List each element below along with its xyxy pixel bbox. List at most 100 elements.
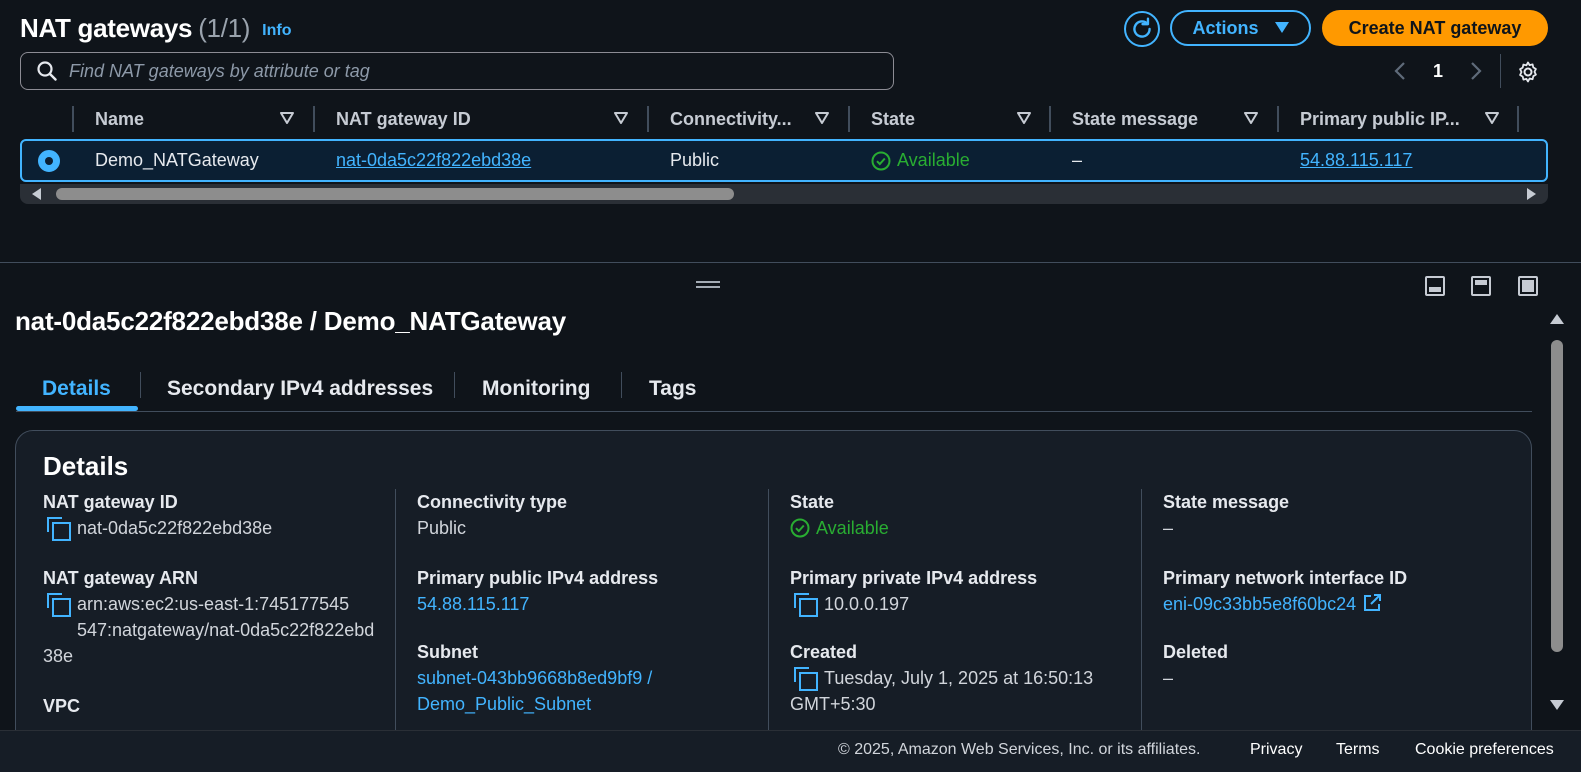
table-header: Name NAT gateway ID Connectivity... Stat… [20,100,1548,138]
copy-icon[interactable] [794,593,818,617]
split-top-icon [1475,280,1487,285]
split-side-button[interactable] [1471,276,1491,296]
private-ip-value: 10.0.0.197 [824,594,910,614]
scroll-down-icon[interactable] [1550,700,1564,710]
cell-name: Demo_NATGateway [95,150,259,170]
field-primary-private-ip: Primary private IPv4 address 10.0.0.197 [790,565,1037,617]
detail-tabs: Details Secondary IPv4 addresses Monitor… [16,366,1532,412]
scroll-right-icon[interactable] [1526,188,1536,200]
split-bottom-button[interactable] [1425,276,1445,296]
create-nat-gateway-button[interactable]: Create NAT gateway [1322,10,1548,46]
external-link-icon [1364,594,1382,611]
table-row[interactable]: Demo_NATGateway nat-0da5c22f822ebd38e Pu… [20,139,1548,182]
pager-divider [1500,54,1501,88]
field-subnet: Subnet subnet-043bb9668b8ed9bf9 / Demo_P… [417,639,652,717]
column-divider [313,106,315,132]
field-label: Primary public IPv4 address [417,568,659,588]
row-select-radio[interactable] [38,150,60,172]
field-label: State message [1163,492,1290,512]
check-circle-icon [790,518,810,538]
scrollbar-thumb[interactable] [56,188,734,200]
column-header-state[interactable]: State [871,100,1051,138]
field-label: Deleted [1163,642,1229,662]
column-header-label: State message [1072,108,1199,129]
previous-page-button[interactable] [1388,58,1412,84]
chevron-right-icon [1471,62,1482,80]
cell-nat-gateway-id-link[interactable]: nat-0da5c22f822ebd38e [336,141,531,180]
maximize-panel-button[interactable] [1518,276,1538,296]
details-card: Details NAT gateway ID nat-0da5c22f822eb… [15,430,1532,769]
field-deleted: Deleted – [1163,639,1228,691]
scroll-left-icon[interactable] [32,188,42,200]
created-value: Tuesday, July 1, 2025 at 16:50:13 [824,668,1094,688]
tab-tags[interactable]: Tags [649,366,696,412]
preferences-button[interactable] [1514,58,1542,86]
page-number[interactable]: 1 [1412,61,1464,82]
public-ip-link[interactable]: 54.88.115.117 [417,591,658,617]
search-input[interactable] [69,60,869,82]
horizontal-scrollbar[interactable] [20,184,1548,204]
column-header-nat-gateway-id[interactable]: NAT gateway ID [336,100,636,138]
column-divider [768,489,769,769]
tab-secondary-ipv4-addresses[interactable]: Secondary IPv4 addresses [167,366,433,412]
field-primary-network-interface: Primary network interface ID eni-09c33bb… [1163,565,1407,617]
field-label: Primary network interface ID [1163,568,1408,588]
privacy-link[interactable]: Privacy [1250,741,1302,759]
eni-link[interactable]: eni-09c33bb5e8f60bc24 [1163,591,1407,617]
scrollbar-thumb[interactable] [1551,340,1563,652]
sort-down-icon [815,112,829,124]
nat-gateway-id-value: nat-0da5c22f822ebd38e [77,518,273,538]
copy-icon[interactable] [47,593,71,617]
field-label: Primary private IPv4 address [790,568,1038,588]
tab-monitoring[interactable]: Monitoring [482,366,590,412]
next-page-button[interactable] [1464,58,1488,84]
column-header-name[interactable]: Name [95,100,305,138]
sort-down-icon [1244,112,1258,124]
column-header-primary-public-ip[interactable]: Primary public IP... [1300,100,1520,138]
field-value: 10.0.0.197 [790,591,1037,617]
copy-icon[interactable] [47,517,71,541]
resize-handle[interactable] [696,281,720,289]
field-state: State Available [790,489,889,541]
actions-button[interactable]: Actions [1170,10,1311,46]
sort-down-icon [280,112,294,124]
field-value: – [1163,668,1174,688]
column-divider [1049,106,1051,132]
page-header: NAT gateways (1/1) Info [20,10,292,46]
field-connectivity-type: Connectivity type Public [417,489,567,541]
active-tab-indicator [16,406,138,411]
column-header-label: Primary public IP... [1300,108,1460,129]
field-label: State [790,492,835,512]
field-value: Tuesday, July 1, 2025 at 16:50:13 [790,665,1093,691]
copy-icon[interactable] [794,667,818,691]
refresh-button[interactable] [1124,11,1160,47]
field-label: VPC [43,696,81,716]
pagination: 1 [1388,58,1488,84]
cookie-preferences-link[interactable]: Cookie preferences [1415,741,1554,759]
vertical-scrollbar[interactable] [1545,306,1581,726]
cell-connectivity: Public [670,150,720,170]
terms-link[interactable]: Terms [1336,741,1380,759]
tab-divider [454,372,455,398]
cell-public-ip-link[interactable]: 54.88.115.117 [1300,141,1412,180]
arn-line: 547:natgateway/nat-0da5c22f822ebd [77,620,375,640]
scroll-up-icon[interactable] [1550,314,1564,324]
subnet-link[interactable]: subnet-043bb9668b8ed9bf9 / [417,665,652,691]
info-link[interactable]: Info [262,22,291,40]
split-divider [0,262,1581,263]
page-title-text: NAT gateways [20,12,193,43]
subnet-name-link[interactable]: Demo_Public_Subnet [417,691,652,717]
column-header-state-message[interactable]: State message [1072,100,1272,138]
copyright-text: © 2025, Amazon Web Services, Inc. or its… [838,741,1201,758]
column-divider [1517,106,1519,132]
column-header-connectivity[interactable]: Connectivity... [670,100,840,138]
field-primary-public-ip: Primary public IPv4 address 54.88.115.11… [417,565,658,617]
field-value: Public [417,518,467,538]
column-header-label: NAT gateway ID [336,108,471,129]
field-created: Created Tuesday, July 1, 2025 at 16:50:1… [790,639,1093,717]
actions-label: Actions [1192,17,1259,38]
details-card-title: Details [43,451,129,481]
search-icon [37,61,57,81]
field-label: Subnet [417,642,478,662]
refresh-icon [1133,17,1151,38]
